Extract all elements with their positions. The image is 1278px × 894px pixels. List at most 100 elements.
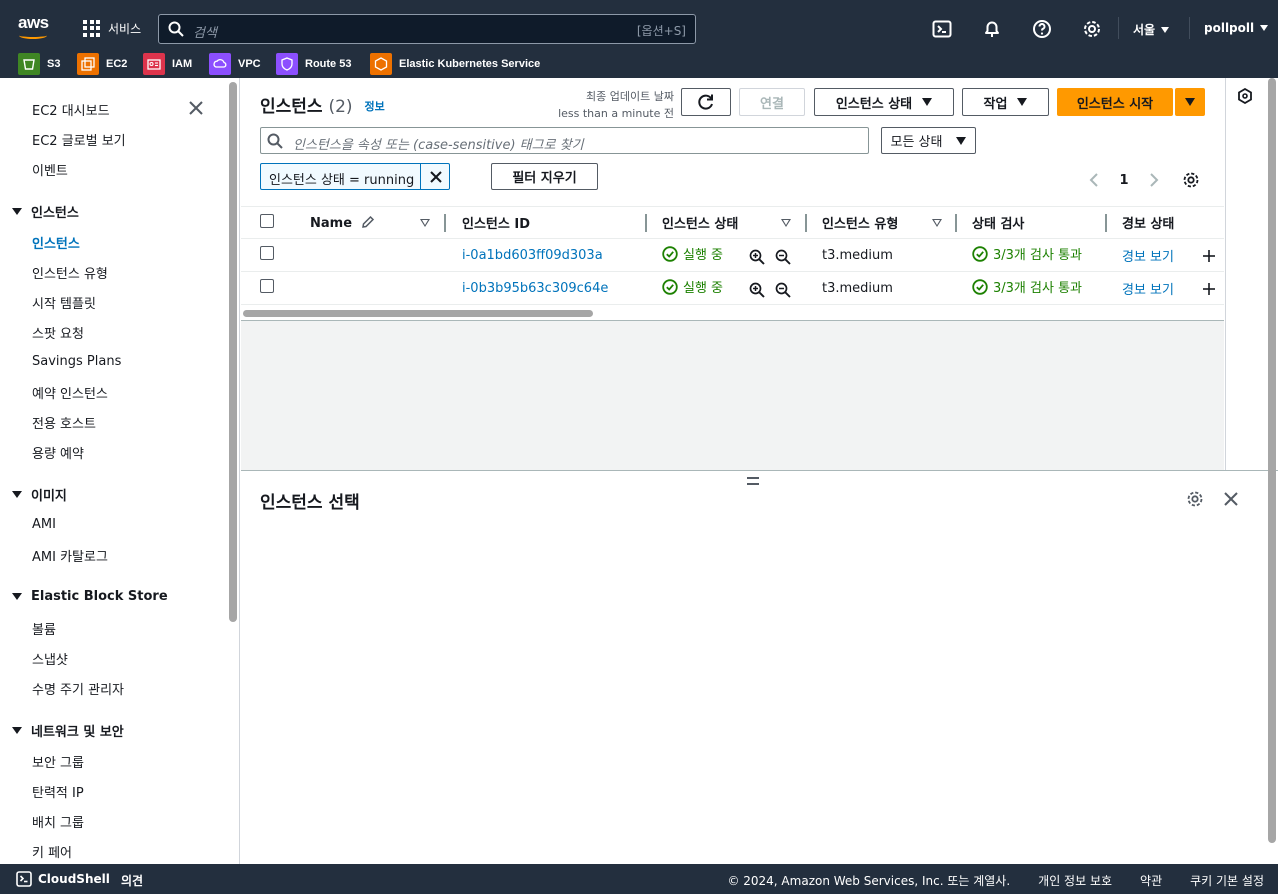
sidebar-item-ami[interactable]: AMI — [32, 517, 56, 532]
split-panel-settings-gear-icon[interactable] — [1186, 490, 1204, 508]
terms-link[interactable]: 약관 — [1140, 872, 1162, 889]
settings-gear-icon[interactable] — [1082, 19, 1102, 39]
hexagon-tools-icon[interactable] — [1237, 88, 1253, 104]
table-preferences-gear-icon[interactable] — [1182, 171, 1200, 189]
launch-instances-button[interactable]: 인스턴스 시작 — [1057, 88, 1173, 116]
page-scrollbar[interactable] — [1268, 78, 1276, 843]
cell-alarm-status: 경보 보기 — [1107, 238, 1224, 272]
global-search-input[interactable]: 검색 [옵션+S] — [158, 14, 696, 44]
zoom-out-icon[interactable] — [775, 282, 791, 298]
info-link[interactable]: 정보 — [365, 100, 385, 113]
table-row[interactable]: i-0a1bd603ff09d303a 실행 중 t3.medium 3/3개 … — [241, 238, 1224, 272]
view-alarms-link[interactable]: 경보 보기 — [1122, 250, 1174, 265]
sidebar-item-security-groups[interactable]: 보안 그룹 — [32, 752, 84, 771]
sidebar-item-spot-requests[interactable]: 스팟 요청 — [32, 323, 84, 342]
column-header-status-check[interactable]: 상태 검사 — [957, 206, 1107, 239]
instance-id-link[interactable]: i-0a1bd603ff09d303a — [462, 248, 603, 263]
sidebar-item-volumes[interactable]: 볼륨 — [32, 619, 56, 638]
column-header-instance-state[interactable]: 인스턴스 상태 — [647, 206, 807, 239]
help-icon[interactable] — [1032, 19, 1052, 39]
clear-filters-button[interactable]: 필터 지우기 — [491, 163, 598, 190]
row-checkbox[interactable] — [260, 246, 274, 260]
resize-handle-icon[interactable] — [747, 477, 759, 485]
sidebar-item-snapshots[interactable]: 스냅샷 — [32, 649, 68, 668]
sidebar-item-lifecycle-manager[interactable]: 수명 주기 관리자 — [32, 679, 124, 698]
sidebar-item-launch-templates[interactable]: 시작 템플릿 — [32, 293, 96, 312]
notification-bell-icon[interactable] — [982, 19, 1002, 39]
launch-instances-dropdown[interactable] — [1175, 88, 1205, 116]
sort-icon — [420, 219, 430, 227]
services-menu-button[interactable]: 서비스 — [83, 18, 141, 38]
sidebar-item-placement-groups[interactable]: 배치 그룹 — [32, 812, 84, 831]
favorite-iam[interactable]: IAM — [143, 53, 192, 75]
top-navigation: aws 서비스 검색 [옵션+S] 서울 pollpoll S3 EC2 IAM… — [0, 0, 1278, 78]
sidebar-item-ec2-dashboard[interactable]: EC2 대시보드 — [32, 100, 110, 119]
account-menu[interactable]: pollpoll — [1204, 21, 1269, 35]
privacy-link[interactable]: 개인 정보 보호 — [1038, 872, 1112, 889]
sidebar-section-network-security[interactable]: 네트워크 및 보안 — [12, 721, 124, 740]
sidebar-section-instances[interactable]: 인스턴스 — [12, 202, 79, 221]
state-filter-select[interactable]: 모든 상태 — [881, 127, 976, 154]
refresh-button[interactable] — [681, 88, 731, 116]
page-number[interactable]: 1 — [1119, 173, 1128, 188]
cookie-preferences-link[interactable]: 쿠키 기본 설정 — [1190, 872, 1264, 889]
table-row[interactable]: i-0b3b95b63c309c64e 실행 중 t3.medium 3/3개 … — [241, 271, 1224, 305]
favorite-ec2[interactable]: EC2 — [77, 53, 127, 75]
sidebar-item-key-pairs[interactable]: 키 페어 — [32, 842, 72, 861]
chevron-right-icon[interactable] — [1149, 173, 1159, 187]
caret-down-icon — [1017, 98, 1028, 106]
sidebar-item-ami-catalog[interactable]: AMI 카탈로그 — [32, 546, 108, 565]
column-header-instance-id[interactable]: 인스턴스 ID — [446, 206, 647, 239]
feedback-link[interactable]: 의견 — [121, 872, 143, 889]
favorite-vpc[interactable]: VPC — [209, 53, 261, 75]
instance-id-link[interactable]: i-0b3b95b63c309c64e — [462, 281, 608, 296]
iam-icon — [143, 53, 165, 75]
remove-filter-button[interactable] — [420, 164, 450, 189]
sidebar-item-reserved-instances[interactable]: 예약 인스턴스 — [32, 383, 108, 402]
zoom-in-icon[interactable] — [749, 282, 765, 298]
table-horizontal-scrollbar[interactable] — [243, 310, 593, 317]
column-header-instance-type[interactable]: 인스턴스 유형 — [807, 206, 957, 239]
sidebar-section-ebs[interactable]: Elastic Block Store — [12, 589, 168, 604]
row-checkbox[interactable] — [260, 279, 274, 293]
column-header-name[interactable]: Name — [295, 206, 446, 239]
caret-down-icon — [12, 593, 22, 600]
instances-table: Name 인스턴스 ID 인스턴스 상태 인스턴스 유형 상태 검사 경보 상태… — [241, 206, 1224, 305]
close-split-panel-icon[interactable] — [1223, 491, 1239, 507]
sidebar-item-global-view[interactable]: EC2 글로벌 보기 — [32, 130, 126, 149]
close-sidebar-icon[interactable] — [188, 100, 204, 116]
cloudshell-icon[interactable] — [932, 19, 952, 39]
column-header-alarm-status[interactable]: 경보 상태 — [1107, 206, 1224, 239]
zoom-out-icon[interactable] — [775, 249, 791, 265]
add-alarm-plus-icon[interactable] — [1202, 249, 1216, 263]
region-selector[interactable]: 서울 — [1133, 21, 1170, 38]
sidebar-item-instance-types[interactable]: 인스턴스 유형 — [32, 263, 108, 282]
favorite-route-53[interactable]: Route 53 — [276, 53, 351, 75]
sidebar-item-elastic-ip[interactable]: 탄력적 IP — [32, 782, 84, 801]
view-alarms-link[interactable]: 경보 보기 — [1122, 283, 1174, 298]
actions-button[interactable]: 작업 — [962, 88, 1049, 116]
instance-state-button[interactable]: 인스턴스 상태 — [814, 88, 954, 116]
check-circle-icon — [662, 279, 678, 295]
caret-down-icon — [956, 136, 967, 145]
connect-button[interactable]: 연결 — [739, 88, 805, 116]
aws-logo[interactable]: aws — [18, 14, 52, 40]
sidebar-item-instances[interactable]: 인스턴스 — [32, 233, 80, 252]
sidebar-item-savings-plans[interactable]: Savings Plans — [32, 354, 121, 369]
cloudshell-button[interactable]: CloudShell — [16, 871, 110, 887]
sidebar-section-images[interactable]: 이미지 — [12, 485, 67, 504]
route-53-icon — [276, 53, 298, 75]
sidebar-scrollbar[interactable] — [229, 82, 237, 622]
zoom-in-icon[interactable] — [749, 249, 765, 265]
add-alarm-plus-icon[interactable] — [1202, 282, 1216, 296]
favorite-s3[interactable]: S3 — [18, 53, 60, 75]
status-check-badge: 3/3개 검사 통과 — [972, 244, 1082, 263]
sidebar-item-dedicated-hosts[interactable]: 전용 호스트 — [32, 413, 96, 432]
sidebar-item-events[interactable]: 이벤트 — [32, 160, 68, 179]
favorite-eks[interactable]: Elastic Kubernetes Service — [370, 53, 540, 75]
instance-search-input[interactable]: 인스턴스을 속성 또는 (case-sensitive) 태그로 찾기 — [260, 127, 869, 154]
select-all-checkbox[interactable] — [260, 213, 274, 228]
chevron-left-icon[interactable] — [1089, 173, 1099, 187]
sidebar-item-capacity-reservations[interactable]: 용량 예약 — [32, 443, 84, 462]
status-badge: 실행 중 — [662, 277, 723, 296]
